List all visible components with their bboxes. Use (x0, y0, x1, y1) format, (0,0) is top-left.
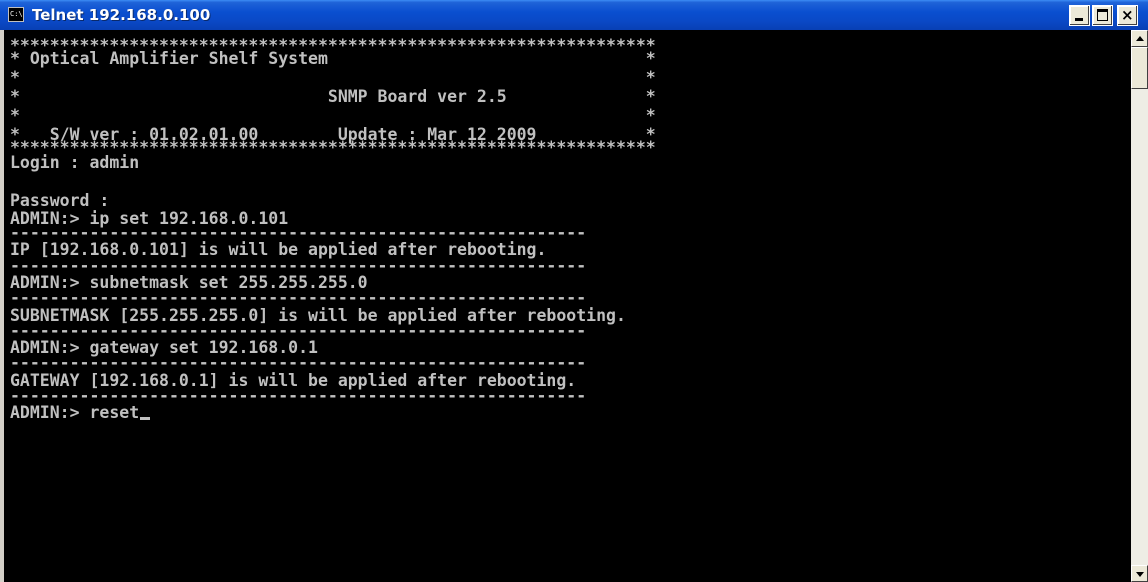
command-reset: ADMIN:> reset (10, 403, 140, 422)
telnet-window: C:\ Telnet 192.168.0.100 × *************… (0, 0, 1148, 582)
text-cursor (140, 417, 151, 420)
scroll-thumb[interactable] (1131, 47, 1148, 89)
password-line: Password : (10, 191, 110, 210)
banner-system-name: * Optical Amplifier Shelf System * (10, 49, 656, 68)
vertical-scrollbar[interactable] (1131, 30, 1148, 582)
banner-board-version: * SNMP Board ver 2.5 * (10, 87, 656, 106)
scroll-up-arrow-icon (1136, 36, 1144, 41)
close-button[interactable]: × (1117, 5, 1138, 26)
scroll-up-button[interactable] (1131, 30, 1148, 47)
maximize-icon (1097, 9, 1108, 21)
minimize-button[interactable] (1069, 5, 1090, 26)
separator: ----------------------------------------… (10, 288, 587, 307)
banner-blank-2: * * (10, 106, 656, 125)
separator: ----------------------------------------… (10, 353, 587, 372)
maximize-button[interactable] (1092, 5, 1113, 26)
banner-blank-1: * * (10, 68, 656, 87)
scroll-down-button[interactable] (1131, 565, 1148, 582)
login-line: Login : admin (10, 153, 140, 172)
window-title: Telnet 192.168.0.100 (32, 6, 211, 24)
title-bar[interactable]: C:\ Telnet 192.168.0.100 × (0, 0, 1148, 30)
minimize-icon (1075, 18, 1083, 21)
console-icon[interactable]: C:\ (8, 7, 24, 22)
command-prompt-line[interactable]: ADMIN:> reset (10, 403, 151, 422)
terminal-console[interactable]: ****************************************… (0, 30, 1131, 582)
close-icon: × (1121, 6, 1134, 24)
scroll-down-arrow-icon (1136, 572, 1144, 577)
